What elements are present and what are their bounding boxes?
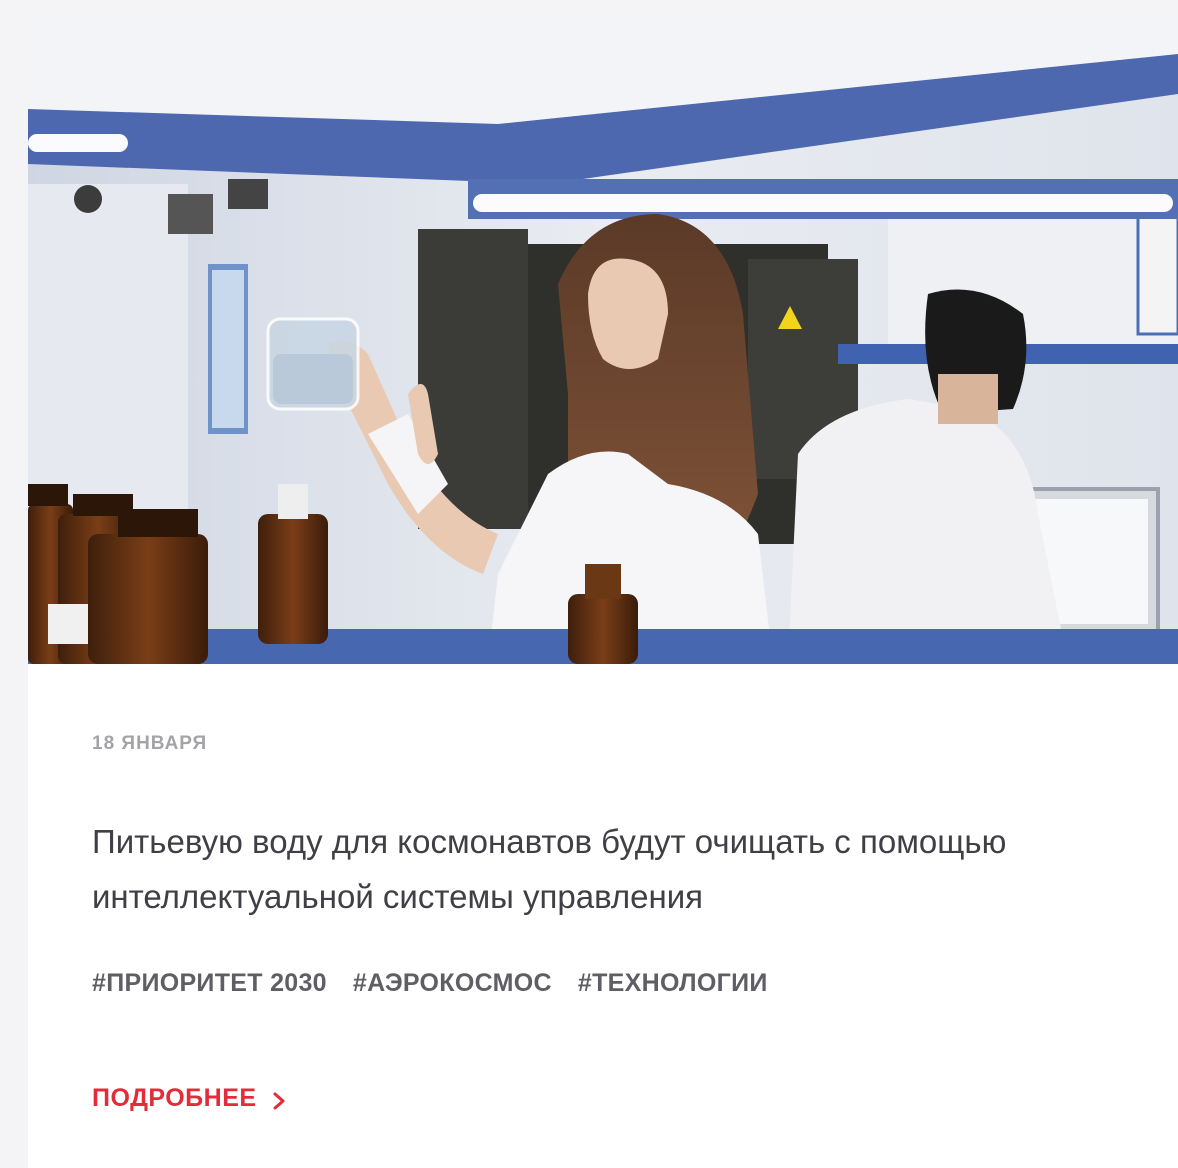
news-title[interactable]: Питьевую воду для космонавтов будут очищ… xyxy=(92,814,1092,924)
read-more-label: ПОДРОБНЕЕ xyxy=(92,1084,257,1112)
laboratory-photo xyxy=(28,14,1178,664)
tag-aerospace[interactable]: #АЭРОКОСМОС xyxy=(353,969,552,998)
tag-priority-2030[interactable]: #ПРИОРИТЕТ 2030 xyxy=(92,969,327,998)
read-more-link[interactable]: ПОДРОБНЕЕ xyxy=(92,1084,287,1113)
news-date: 18 ЯНВАРЯ xyxy=(92,733,208,754)
chevron-right-icon xyxy=(271,1089,287,1109)
news-card[interactable]: 18 ЯНВАРЯ Питьевую воду для космонавтов … xyxy=(28,14,1178,1168)
tag-list: #ПРИОРИТЕТ 2030 #АЭРОКОСМОС #ТЕХНОЛОГИИ xyxy=(92,969,768,998)
tag-technology[interactable]: #ТЕХНОЛОГИИ xyxy=(578,969,768,998)
news-photo[interactable] xyxy=(28,14,1178,664)
